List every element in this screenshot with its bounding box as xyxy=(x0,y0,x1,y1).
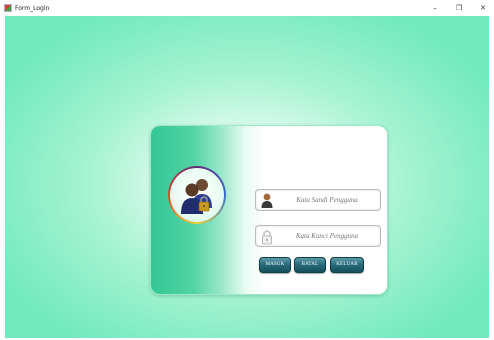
username-field[interactable] xyxy=(255,189,381,211)
padlock-icon xyxy=(260,228,274,245)
batal-button[interactable]: BATAL xyxy=(294,257,326,273)
login-card: MASUK BATAL KELUAR xyxy=(150,125,388,295)
window-titlebar: Form_Login – ❐ ✕ xyxy=(0,0,494,16)
window-title: Form_Login xyxy=(15,4,50,12)
minimize-button[interactable]: – xyxy=(430,0,440,16)
maximize-button[interactable]: ❐ xyxy=(454,0,464,16)
username-input[interactable] xyxy=(276,190,378,210)
close-button[interactable]: ✕ xyxy=(478,0,488,16)
keluar-button[interactable]: KELUAR xyxy=(330,257,364,273)
window-controls: – ❐ ✕ xyxy=(430,0,488,16)
user-icon xyxy=(260,192,274,209)
users-lock-icon xyxy=(170,168,224,222)
password-input[interactable] xyxy=(276,226,378,246)
app-icon xyxy=(4,4,12,12)
masuk-button[interactable]: MASUK xyxy=(259,257,291,273)
form-background: MASUK BATAL KELUAR xyxy=(5,16,489,338)
password-field[interactable] xyxy=(255,225,381,247)
avatar xyxy=(168,166,226,224)
